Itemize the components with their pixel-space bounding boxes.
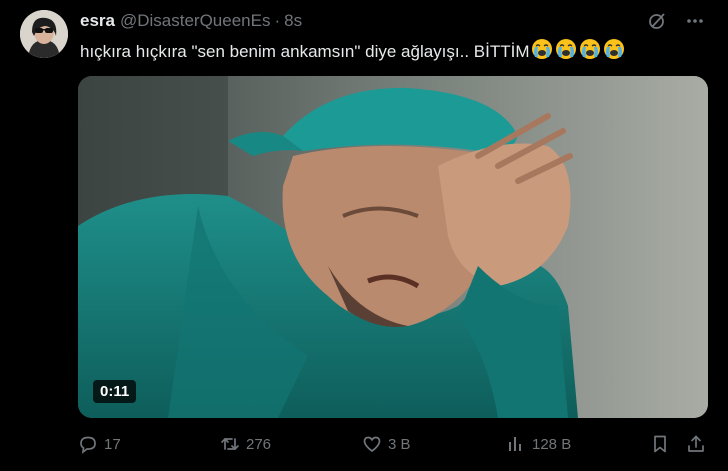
tweet-actions: 17 276 3 B 128 B	[78, 434, 708, 458]
like-icon	[363, 436, 381, 453]
tweet-text-container: hıçkıra hıçkıra "sen benim ankamsın" diy…	[80, 38, 625, 62]
loudly-crying-face-icon	[531, 39, 552, 59]
loudly-crying-face-icon	[555, 39, 576, 59]
tweet-header: esra @DisasterQueenEs · 8s	[80, 10, 302, 32]
video-thumbnail	[78, 76, 708, 418]
separator-dot: ·	[274, 11, 281, 30]
bookmark-icon	[654, 435, 666, 453]
like-count: 3 B	[388, 435, 411, 453]
views-icon	[509, 437, 521, 451]
loudly-crying-face-icon	[579, 39, 600, 59]
bookmark-button[interactable]	[650, 434, 670, 454]
views-button[interactable]: 128 B	[506, 434, 571, 454]
tweet[interactable]: esra @DisasterQueenEs · 8s hıçkıra hıçkı…	[0, 0, 728, 471]
tweet-top-actions	[646, 10, 706, 32]
share-button[interactable]	[686, 434, 706, 454]
reply-button[interactable]: 17	[78, 434, 121, 454]
views-count: 128 B	[532, 435, 572, 453]
emoji-group	[531, 38, 625, 60]
repost-button[interactable]: 276	[220, 434, 271, 454]
user-handle[interactable]: @DisasterQueenEs	[120, 11, 271, 31]
avatar[interactable]	[20, 10, 68, 58]
more-icon[interactable]	[684, 10, 706, 32]
video-duration: 0:11	[93, 380, 137, 403]
like-button[interactable]: 3 B	[362, 434, 411, 454]
repost-count: 276	[246, 435, 272, 453]
reply-count: 17	[104, 435, 121, 453]
loudly-crying-face-icon	[603, 39, 624, 59]
reply-icon	[80, 436, 96, 454]
user-name[interactable]: esra	[80, 11, 115, 31]
video-player[interactable]: 0:11	[78, 76, 708, 418]
repost-icon	[221, 438, 239, 450]
share-icon	[688, 435, 704, 452]
tweet-text: hıçkıra hıçkıra "sen benim ankamsın" diy…	[80, 42, 530, 61]
grok-icon[interactable]	[646, 10, 668, 32]
timestamp[interactable]: 8s	[284, 11, 302, 31]
